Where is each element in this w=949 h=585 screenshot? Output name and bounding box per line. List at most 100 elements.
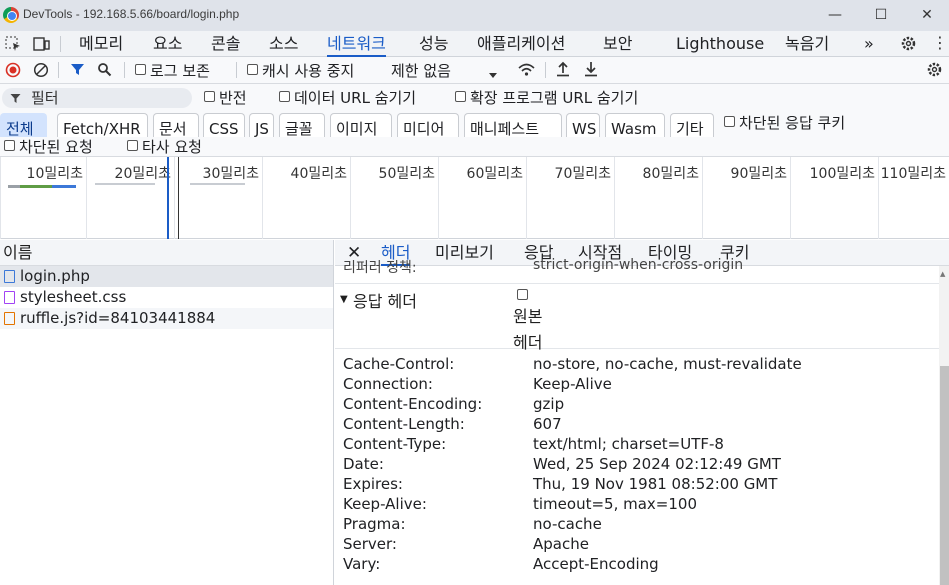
tab-performance[interactable]: 성능: [419, 33, 448, 57]
tab-sources[interactable]: 소스: [269, 33, 298, 57]
tab-recorder[interactable]: 녹음기: [785, 33, 829, 57]
network-conditions-icon[interactable]: [517, 62, 536, 81]
blocked-requests-checkbox[interactable]: 차단된 요청: [4, 137, 93, 157]
timeline-tick-label: 40밀리초: [290, 166, 347, 182]
waterfall-bar: [95, 183, 155, 185]
maximize-button[interactable]: ☐: [858, 0, 904, 31]
header-row: Expires: Thu, 19 Nov 1981 08:52:00 GMT: [343, 474, 777, 494]
type-chip-ws[interactable]: WS: [566, 113, 600, 138]
tab-preview[interactable]: 미리보기: [435, 241, 494, 266]
script-file-icon: [4, 312, 15, 325]
timeline-tick-label: 50밀리초: [378, 166, 435, 182]
divider: [545, 62, 546, 78]
more-options-icon[interactable]: ⋮: [932, 34, 948, 52]
tab-memory[interactable]: 메모리: [79, 33, 123, 57]
timeline-tick-label: 110밀리초: [880, 166, 946, 182]
tab-application[interactable]: 애플리케이션: [477, 33, 565, 57]
waterfall-bar: [20, 185, 52, 188]
collapse-triangle-icon[interactable]: ▼: [340, 294, 348, 305]
type-chip-js[interactable]: JS: [249, 113, 274, 138]
header-name: Content-Length:: [343, 415, 465, 433]
clear-icon[interactable]: [33, 62, 49, 82]
third-party-requests-checkbox[interactable]: 타사 요청: [127, 137, 202, 157]
inspect-element-icon[interactable]: [5, 36, 21, 56]
hide-extension-urls-checkbox[interactable]: 확장 프로그램 URL 숨기기: [455, 88, 638, 108]
timeline-tick: 60밀리초: [438, 157, 526, 239]
filter-funnel-icon[interactable]: [70, 62, 85, 81]
waterfall-bar: [52, 185, 76, 188]
throttling-value: 제한 없음: [391, 62, 451, 80]
hide-data-urls-checkbox[interactable]: 데이터 URL 숨기기: [279, 88, 416, 108]
type-chip-fetch-xhr[interactable]: Fetch/XHR: [57, 113, 148, 138]
type-chip-other[interactable]: 기타: [670, 113, 714, 138]
request-row-stylesheet-css[interactable]: stylesheet.css: [0, 287, 333, 308]
disable-cache-checkbox[interactable]: 캐시 사용 중지: [247, 61, 354, 81]
window-title: DevTools - 192.168.5.66/board/login.php: [23, 7, 240, 21]
details-scrollbar[interactable]: ▲: [939, 266, 949, 585]
blocked-response-cookies-checkbox[interactable]: 차단된 응답 쿠키: [724, 113, 845, 133]
scrollbar-thumb[interactable]: [940, 366, 949, 585]
preserve-log-checkbox[interactable]: 로그 보존: [135, 61, 210, 81]
tab-security[interactable]: 보안: [603, 33, 632, 57]
header-value: Thu, 19 Nov 1981 08:52:00 GMT: [533, 475, 778, 493]
header-row: Pragma: no-cache: [343, 514, 602, 534]
type-chip-font[interactable]: 글꼴: [279, 113, 325, 138]
tab-console[interactable]: 콘솔: [211, 33, 240, 57]
close-window-button[interactable]: ✕: [904, 0, 949, 31]
waterfall-bar: [8, 185, 20, 188]
throttling-select[interactable]: 제한 없음: [391, 61, 451, 81]
settings-gear-icon[interactable]: [900, 35, 917, 56]
type-chip-media[interactable]: 미디어: [397, 113, 459, 138]
type-chip-doc[interactable]: 문서: [153, 113, 199, 138]
header-name: Vary:: [343, 555, 381, 573]
type-chip-wasm[interactable]: Wasm: [605, 113, 665, 138]
search-icon[interactable]: [97, 62, 112, 81]
timeline-tick-label: 10밀리초: [26, 166, 83, 182]
timeline-tick-label: 20밀리초: [114, 166, 171, 182]
stop-recording-icon[interactable]: [5, 62, 21, 82]
import-har-icon[interactable]: [556, 61, 570, 81]
tab-network[interactable]: 네트워크: [327, 33, 386, 57]
scroll-up-arrow-icon[interactable]: ▲: [940, 270, 945, 278]
network-settings-gear-icon[interactable]: [926, 61, 943, 82]
more-tabs-button[interactable]: »: [864, 33, 874, 57]
request-name: login.php: [20, 267, 90, 285]
waterfall-bar: [190, 183, 245, 185]
invert-checkbox[interactable]: 반전: [204, 88, 247, 108]
tab-elements[interactable]: 요소: [153, 33, 182, 57]
extra-filters: 차단된 요청 타사 요청: [0, 137, 949, 157]
document-file-icon: [4, 270, 15, 283]
name-column-header[interactable]: 이름: [0, 240, 333, 266]
header-row: Cache-Control: no-store, no-cache, must-r…: [343, 354, 802, 374]
header-value: Keep-Alive: [533, 375, 612, 393]
title-bar: DevTools - 192.168.5.66/board/login.php …: [0, 0, 949, 31]
header-name: Server:: [343, 535, 397, 553]
minimize-button[interactable]: —: [812, 0, 858, 31]
timeline-tick-label: 80밀리초: [642, 166, 699, 182]
type-chip-css[interactable]: CSS: [203, 113, 245, 138]
timeline-tick: 100밀리초: [790, 157, 878, 239]
device-toolbar-icon[interactable]: [33, 36, 50, 56]
header-name: Cache-Control:: [343, 355, 455, 373]
request-name: ruffle.js?id=84103441884: [20, 309, 216, 327]
type-chip-img[interactable]: 이미지: [330, 113, 392, 138]
timeline-tick-label: 100밀리초: [809, 166, 875, 182]
preserve-log-label: 로그 보존: [150, 62, 210, 80]
header-name: Date:: [343, 455, 384, 473]
header-row: Date: Wed, 25 Sep 2024 02:12:49 GMT: [343, 454, 781, 474]
type-chip-manifest[interactable]: 매니페스트: [464, 113, 562, 138]
stylesheet-file-icon: [4, 291, 15, 304]
type-chip-all[interactable]: 전체: [0, 113, 47, 138]
load-event-line: [178, 157, 179, 239]
tab-lighthouse[interactable]: Lighthouse: [676, 33, 764, 57]
request-row-login-php[interactable]: login.php: [0, 266, 333, 287]
header-value: text/html; charset=UTF-8: [533, 435, 724, 453]
waterfall-overview[interactable]: 10밀리초 20밀리초 30밀리초 40밀리초 50밀리초 60밀리초 70밀리…: [0, 157, 949, 239]
request-row-ruffle-js[interactable]: ruffle.js?id=84103441884: [0, 308, 333, 329]
timeline-tick: 20밀리초: [86, 157, 174, 239]
timeline-tick: 90밀리초: [702, 157, 790, 239]
export-har-icon[interactable]: [584, 61, 598, 81]
response-headers-title[interactable]: 응답 헤더: [353, 288, 417, 312]
chevron-down-icon[interactable]: [488, 66, 498, 84]
filter-input[interactable]: 필터: [2, 88, 192, 108]
